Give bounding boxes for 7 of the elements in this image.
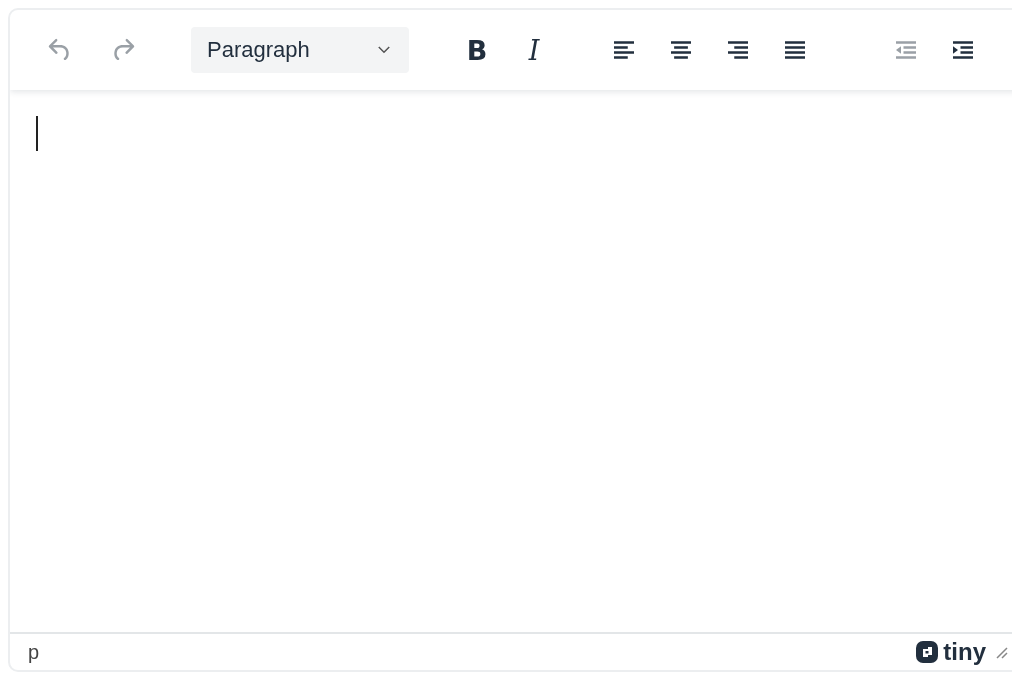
block-format-dropdown[interactable]: Paragraph bbox=[191, 27, 409, 73]
italic-button[interactable]: I bbox=[512, 28, 556, 72]
bold-button[interactable]: B bbox=[455, 28, 499, 72]
resize-handle-icon[interactable] bbox=[994, 645, 1008, 659]
element-path[interactable]: p bbox=[28, 640, 40, 664]
logo-icon bbox=[915, 640, 940, 664]
brand-logo[interactable]: tiny bbox=[915, 638, 986, 666]
